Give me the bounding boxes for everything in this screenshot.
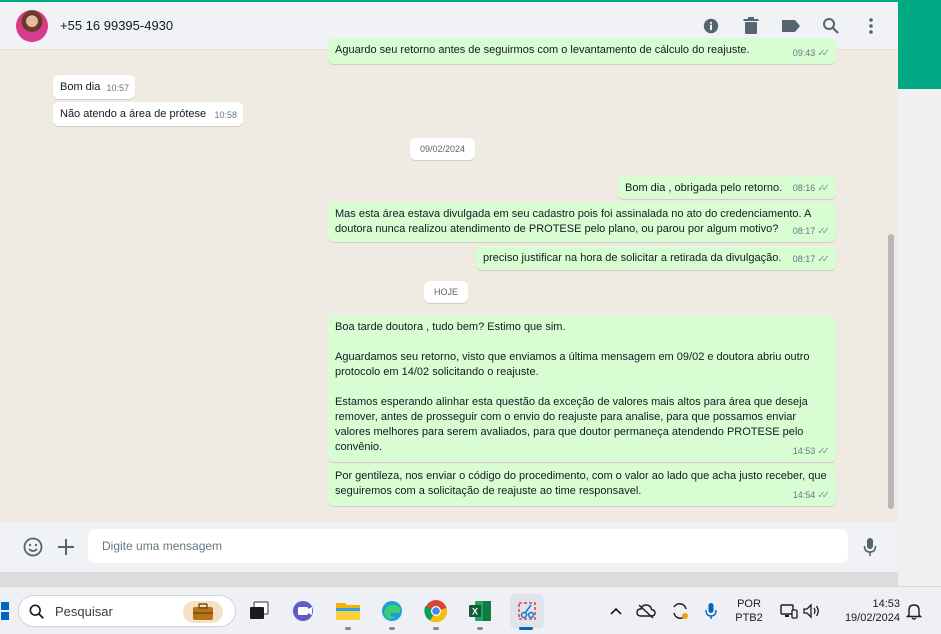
double-check-icon: ✓✓ [817,226,830,237]
double-check-icon: ✓✓ [817,490,830,501]
message-incoming[interactable]: Não atendo a área de prótese 10:58 [53,102,243,126]
attach-plus-icon[interactable] [54,535,78,559]
microphone-icon[interactable] [858,535,882,559]
cloud-offline-icon[interactable] [632,597,660,625]
message-meta: 08:16 ✓✓ [793,181,830,196]
message-time: 08:17 [792,226,816,236]
message-time: 10:57 [106,83,129,93]
message-meta: 09:43 ✓✓ [793,46,830,61]
message-meta: 08:17 ✓✓ [793,224,830,239]
keyboard-layout: PTB2 [735,612,763,624]
window-accent-bar [0,0,898,2]
running-indicator [477,627,483,630]
briefcase-icon [183,601,223,623]
search-icon [29,604,44,619]
message-outgoing[interactable]: Por gentileza, nos enviar o código do pr… [328,464,836,506]
message-text: Bom dia [60,81,101,93]
file-explorer-icon[interactable] [334,597,362,625]
message-text: Por gentileza, nos enviar o código do pr… [335,470,830,497]
message-text: Aguardo seu retorno antes de seguirmos c… [335,44,750,56]
contact-name[interactable]: +55 16 99395-4930 [60,18,173,33]
clock-time: 14:53 [872,598,900,610]
volume-icon[interactable] [798,597,826,625]
notification-bell-icon[interactable] [900,597,928,625]
chat-scrollbar[interactable] [888,234,894,509]
language-indicator[interactable]: POR PTB2 [731,597,767,625]
message-meta: 10:58 [214,108,237,123]
message-outgoing[interactable]: preciso justificar na hora de solicitar … [476,246,836,270]
running-indicator [345,627,351,630]
language-code: POR [737,598,761,610]
double-check-icon: ✓✓ [817,48,830,59]
message-meta: 14:54 ✓✓ [793,488,830,503]
info-icon[interactable] [700,15,722,37]
message-time: 10:58 [214,110,237,120]
background-window-accent [898,0,941,89]
message-time: 08:16 [792,183,816,193]
excel-icon[interactable]: X [466,597,494,625]
message-text: preciso justificar na hora de solicitar … [483,252,782,264]
start-icon[interactable] [0,597,14,625]
background-window [898,0,941,590]
message-text: Mas esta área estava divulgada em seu ca… [335,208,814,235]
message-time: 08:17 [792,254,816,264]
message-outgoing[interactable]: Bom dia , obrigada pelo retorno. 08:16 ✓✓ [618,176,836,199]
microphone-icon[interactable] [697,597,725,625]
taskbar: Pesquisar X POR PTB2 14:53 19/02/2024 [0,586,941,634]
message-outgoing[interactable]: Mas esta área estava divulgada em seu ca… [328,202,836,242]
contact-avatar[interactable] [16,9,48,42]
label-icon[interactable] [780,15,802,37]
message-outgoing[interactable]: Boa tarde doutora , tudo bem? Estimo que… [328,315,836,462]
edge-icon[interactable] [378,597,406,625]
teams-icon[interactable] [290,597,318,625]
message-time: 09:43 [792,48,816,58]
double-check-icon: ✓✓ [817,254,830,265]
clock[interactable]: 14:53 19/02/2024 [830,597,900,625]
message-outgoing[interactable]: Aguardo seu retorno antes de seguirmos c… [328,38,836,64]
taskbar-search[interactable]: Pesquisar [18,595,236,627]
chat-window: +55 16 99395-4930 Aguardo seu retorno an… [0,2,898,572]
message-list[interactable]: Aguardo seu retorno antes de seguirmos c… [0,38,898,520]
task-view-icon[interactable] [245,597,273,625]
sync-icon[interactable] [666,597,694,625]
date-separator: 09/02/2024 [410,138,476,160]
message-time: 14:54 [792,490,816,500]
delete-icon[interactable] [740,15,762,37]
message-meta: 14:53 ✓✓ [793,444,830,459]
message-text: Bom dia , obrigada pelo retorno. [625,182,783,194]
search-icon[interactable] [820,15,842,37]
message-meta: 10:57 [106,81,129,96]
double-check-icon: ✓✓ [817,446,830,457]
emoji-icon[interactable] [21,535,45,559]
menu-icon[interactable] [860,15,882,37]
message-text: Boa tarde doutora , tudo bem? Estimo que… [335,321,810,453]
clock-date: 19/02/2024 [844,612,900,624]
message-input[interactable] [88,529,848,563]
running-indicator [433,627,439,630]
chevron-up-icon[interactable] [602,597,630,625]
svg-text:X: X [472,607,478,617]
message-incoming[interactable]: Bom dia 10:57 [53,75,135,99]
composer [0,522,898,572]
snipping-tool-icon[interactable] [510,594,544,628]
active-indicator [519,627,533,630]
message-time: 14:53 [792,446,816,456]
search-label: Pesquisar [55,603,113,619]
message-text: Não atendo a área de prótese [60,108,207,120]
message-meta: 08:17 ✓✓ [793,252,830,267]
running-indicator [389,627,395,630]
chrome-icon[interactable] [422,597,450,625]
double-check-icon: ✓✓ [817,183,830,194]
date-separator: HOJE [424,281,469,303]
